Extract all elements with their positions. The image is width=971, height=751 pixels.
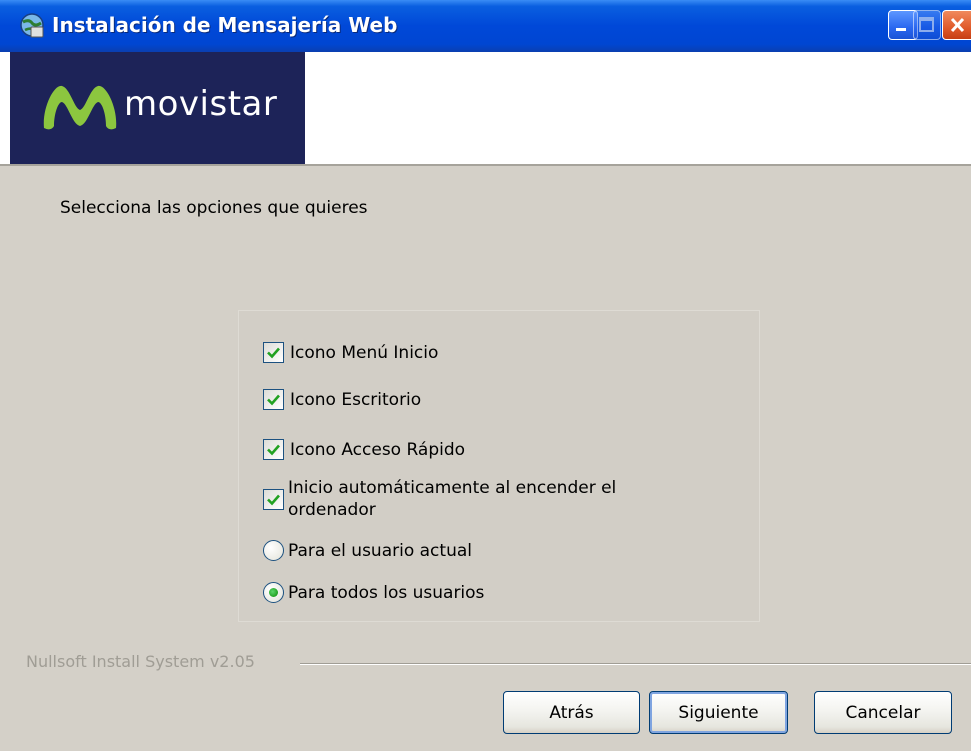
checkbox[interactable] (263, 342, 284, 363)
option-quick-launch-icon[interactable]: Icono Acceso Rápido (263, 439, 465, 461)
checkmark-icon (267, 444, 280, 456)
option-current-user[interactable]: Para el usuario actual (263, 540, 472, 562)
checkbox[interactable] (263, 488, 284, 510)
header-banner: movistar (0, 52, 971, 166)
back-button[interactable]: Atrás (503, 691, 640, 734)
option-label: Para el usuario actual (288, 541, 472, 561)
option-start-menu-icon[interactable]: Icono Menú Inicio (263, 342, 438, 364)
title-bar[interactable]: Instalación de Mensajería Web (0, 0, 971, 52)
maximize-button (913, 10, 941, 40)
option-label: Icono Acceso Rápido (290, 440, 466, 460)
radio-selected-dot (269, 588, 278, 597)
option-all-users[interactable]: Para todos los usuarios (263, 582, 484, 604)
next-button[interactable]: Siguiente (649, 691, 788, 734)
window-title: Instalación de Mensajería Web (52, 13, 398, 37)
radio-button[interactable] (263, 582, 284, 603)
option-autostart[interactable]: Inicio automáticamente al encender el or… (263, 477, 668, 521)
brand-block: movistar (10, 52, 305, 164)
option-desktop-icon[interactable]: Icono Escritorio (263, 389, 421, 411)
movistar-m-logo (43, 85, 117, 130)
checkmark-icon (267, 394, 280, 406)
installer-globe-icon (20, 13, 44, 38)
checkbox[interactable] (263, 439, 284, 460)
option-label: Inicio automáticamente al encender el or… (288, 478, 617, 520)
cancel-button[interactable]: Cancelar (814, 691, 952, 734)
checkmark-icon (267, 494, 280, 505)
instruction-text: Selecciona las opciones que quieres (60, 198, 368, 218)
close-button[interactable] (942, 10, 971, 40)
brand-name: movistar (124, 84, 278, 124)
option-label: Icono Escritorio (290, 390, 422, 410)
option-label: Icono Menú Inicio (290, 343, 439, 363)
option-label: Para todos los usuarios (288, 583, 485, 603)
maximize-icon (919, 17, 934, 32)
nsis-branding-text: Nullsoft Install System v2.05 (26, 652, 255, 671)
radio-button[interactable] (263, 540, 284, 561)
installer-window: Instalación de Mensajería Web movistar S… (0, 0, 971, 751)
close-icon (950, 17, 965, 33)
footer-divider (300, 663, 971, 665)
checkmark-icon (267, 347, 280, 359)
checkbox[interactable] (263, 389, 284, 410)
